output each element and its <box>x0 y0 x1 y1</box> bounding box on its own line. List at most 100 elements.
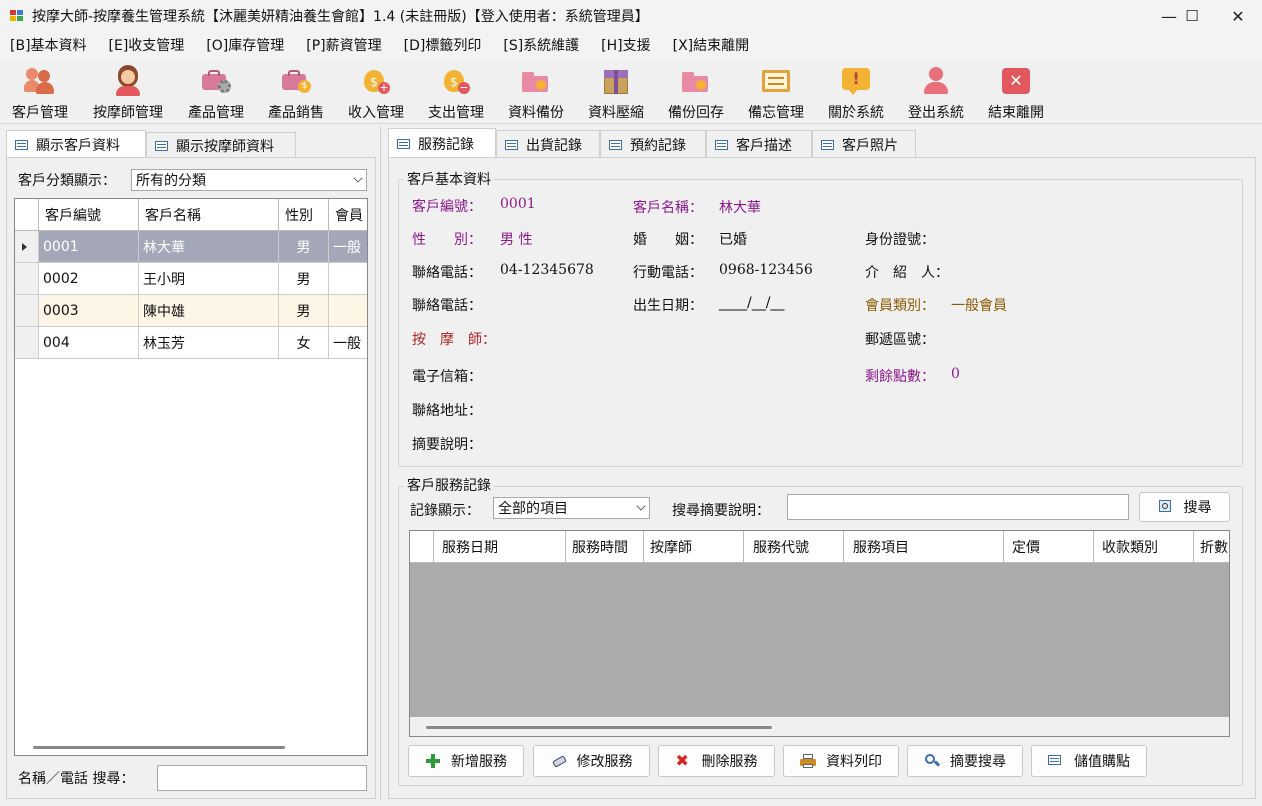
menu-exit[interactable]: [X]結束離開 <box>673 35 750 55</box>
menu-system-maintenance[interactable]: [S]系統維護 <box>503 35 579 55</box>
customer-id-value: 0001 <box>500 196 536 212</box>
list-icon <box>155 140 168 151</box>
maximize-button[interactable]: ☐ <box>1169 0 1215 32</box>
column-header[interactable]: 會員 <box>329 199 367 231</box>
field-label: 剩餘點數： <box>865 369 935 385</box>
toolbar-backup-button[interactable]: 資料備份 <box>504 58 568 122</box>
tab-customer-photo[interactable]: 客戶照片 <box>812 130 916 158</box>
name-phone-search-input[interactable] <box>157 765 367 791</box>
printer-icon <box>800 753 816 769</box>
toolbar-restore-button[interactable]: 備份回存 <box>664 58 728 122</box>
cell-customer-id[interactable]: 0002 <box>39 263 139 295</box>
cell-gender[interactable]: 男 <box>279 295 329 327</box>
customer-grid: 客戶編號 客戶名稱 性別 會員 0001 林大華 男 一般 0002 王小明 男… <box>14 198 368 756</box>
exit-x-icon: ✕ <box>1000 64 1032 96</box>
cell-gender[interactable]: 女 <box>279 327 329 359</box>
tab-shipping-records[interactable]: 出貨記錄 <box>496 130 600 158</box>
row-selector[interactable] <box>15 295 39 327</box>
field-label: 郵遞區號： <box>865 332 935 348</box>
toolbar-logout-button[interactable]: 登出系統 <box>904 58 968 122</box>
toolbar-product-button[interactable]: 產品管理 <box>184 58 248 122</box>
horizontal-scrollbar-track <box>410 717 1229 736</box>
cell-customer-name[interactable]: 陳中雄 <box>139 295 279 327</box>
toolbar-about-button[interactable]: ! 關於系統 <box>824 58 888 122</box>
cell-member[interactable]: 一般 <box>329 231 367 263</box>
column-header[interactable]: 性別 <box>279 199 329 231</box>
field-label: 客戶名稱： <box>633 200 703 216</box>
menu-payroll[interactable]: [P]薪資管理 <box>306 35 381 55</box>
tab-show-customers[interactable]: 顯示客戶資料 <box>6 130 146 158</box>
cell-gender[interactable]: 男 <box>279 231 329 263</box>
close-button[interactable]: ✕ <box>1215 0 1261 32</box>
menu-label-print[interactable]: [D]標籤列印 <box>404 35 482 55</box>
customers-icon <box>24 64 56 96</box>
toolbar-therapist-button[interactable]: 按摩師管理 <box>87 58 169 122</box>
tab-customer-description[interactable]: 客戶描述 <box>706 130 812 158</box>
menu-support[interactable]: [H]支援 <box>601 35 650 55</box>
tab-show-therapists[interactable]: 顯示按摩師資料 <box>146 132 296 158</box>
field-label: 行動電話： <box>633 265 703 281</box>
row-selector[interactable] <box>15 231 39 263</box>
edit-service-button[interactable]: 修改服務 <box>533 745 650 777</box>
memo-search-input[interactable] <box>787 494 1129 520</box>
field-label: 按 摩 師： <box>412 332 496 348</box>
horizontal-scrollbar[interactable] <box>33 746 285 749</box>
memo-search-button[interactable]: 摘要搜尋 <box>907 745 1023 777</box>
column-header[interactable]: 服務代號 <box>744 531 844 563</box>
search-button[interactable]: 搜尋 <box>1139 492 1230 522</box>
toolbar-label: 資料備份 <box>508 105 564 121</box>
cell-customer-id[interactable]: 004 <box>39 327 139 359</box>
window-title: 按摩大師-按摩養生管理系統【沐麗美妍精油養生會館】1.4 (未註冊版)【登入使用… <box>32 9 649 25</box>
menu-inventory[interactable]: [O]庫存管理 <box>206 35 284 55</box>
toolbar-customers-button[interactable]: 客戶管理 <box>8 58 72 122</box>
column-header[interactable]: 服務項目 <box>844 531 1004 563</box>
delete-service-button[interactable]: ✖ 刪除服務 <box>658 745 775 777</box>
cell-member[interactable]: 一般 <box>329 327 367 359</box>
gender-value: 男 性 <box>500 232 533 248</box>
print-button[interactable]: 資料列印 <box>783 745 899 777</box>
cell-customer-id[interactable]: 0003 <box>39 295 139 327</box>
cell-gender[interactable]: 男 <box>279 263 329 295</box>
toolbar-expense-button[interactable]: $ − 支出管理 <box>424 58 488 122</box>
toolbar-compress-button[interactable]: 資料壓縮 <box>584 58 648 122</box>
add-service-button[interactable]: 新增服務 <box>408 745 524 777</box>
stored-value-purchase-button[interactable]: 儲值購點 <box>1031 745 1147 777</box>
menu-income-expense[interactable]: [E]收支管理 <box>109 35 185 55</box>
column-header[interactable]: 折數 <box>1194 531 1229 563</box>
toolbar-memo-button[interactable]: 備忘管理 <box>744 58 808 122</box>
column-header[interactable]: 客戶名稱 <box>139 199 279 231</box>
toolbar-product-sale-button[interactable]: $ 產品銷售 <box>264 58 328 122</box>
cell-customer-name[interactable]: 王小明 <box>139 263 279 295</box>
list-icon <box>715 139 728 150</box>
column-header[interactable]: 收款類別 <box>1094 531 1194 563</box>
column-header[interactable]: 服務日期 <box>434 531 566 563</box>
tab-service-records[interactable]: 服務記錄 <box>388 128 496 158</box>
field-label: 聯絡電話： <box>412 298 482 314</box>
horizontal-scrollbar[interactable] <box>426 726 772 729</box>
field-label: 聯絡地址： <box>412 403 482 419</box>
splitter[interactable] <box>380 126 381 800</box>
info-icon: ! <box>840 64 872 96</box>
cell-customer-id[interactable]: 0001 <box>39 231 139 263</box>
list-icon <box>397 138 410 149</box>
cell-customer-name[interactable]: 林玉芳 <box>139 327 279 359</box>
cell-customer-name[interactable]: 林大華 <box>139 231 279 263</box>
column-header[interactable]: 定價 <box>1004 531 1094 563</box>
menu-basic-data[interactable]: [B]基本資料 <box>10 35 87 55</box>
cell-member[interactable] <box>329 295 367 327</box>
title-bar: 按摩大師-按摩養生管理系統【沐麗美妍精油養生會館】1.4 (未註冊版)【登入使用… <box>0 0 1262 32</box>
cell-member[interactable] <box>329 263 367 295</box>
current-row-icon <box>22 242 27 251</box>
column-header[interactable]: 服務時間 <box>566 531 644 563</box>
field-label: 摘要說明： <box>412 437 482 453</box>
tab-appointment-records[interactable]: 預約記錄 <box>600 130 706 158</box>
row-selector[interactable] <box>15 327 39 359</box>
record-filter-select[interactable]: 全部的項目 <box>493 497 650 519</box>
category-filter-select[interactable]: 所有的分類 <box>131 169 367 191</box>
list-icon <box>1048 754 1064 771</box>
column-header[interactable]: 客戶編號 <box>39 199 139 231</box>
column-header[interactable]: 按摩師 <box>644 531 744 563</box>
row-selector[interactable] <box>15 263 39 295</box>
toolbar-exit-button[interactable]: ✕ 結束離開 <box>984 58 1048 122</box>
toolbar-income-button[interactable]: $ + 收入管理 <box>344 58 408 122</box>
